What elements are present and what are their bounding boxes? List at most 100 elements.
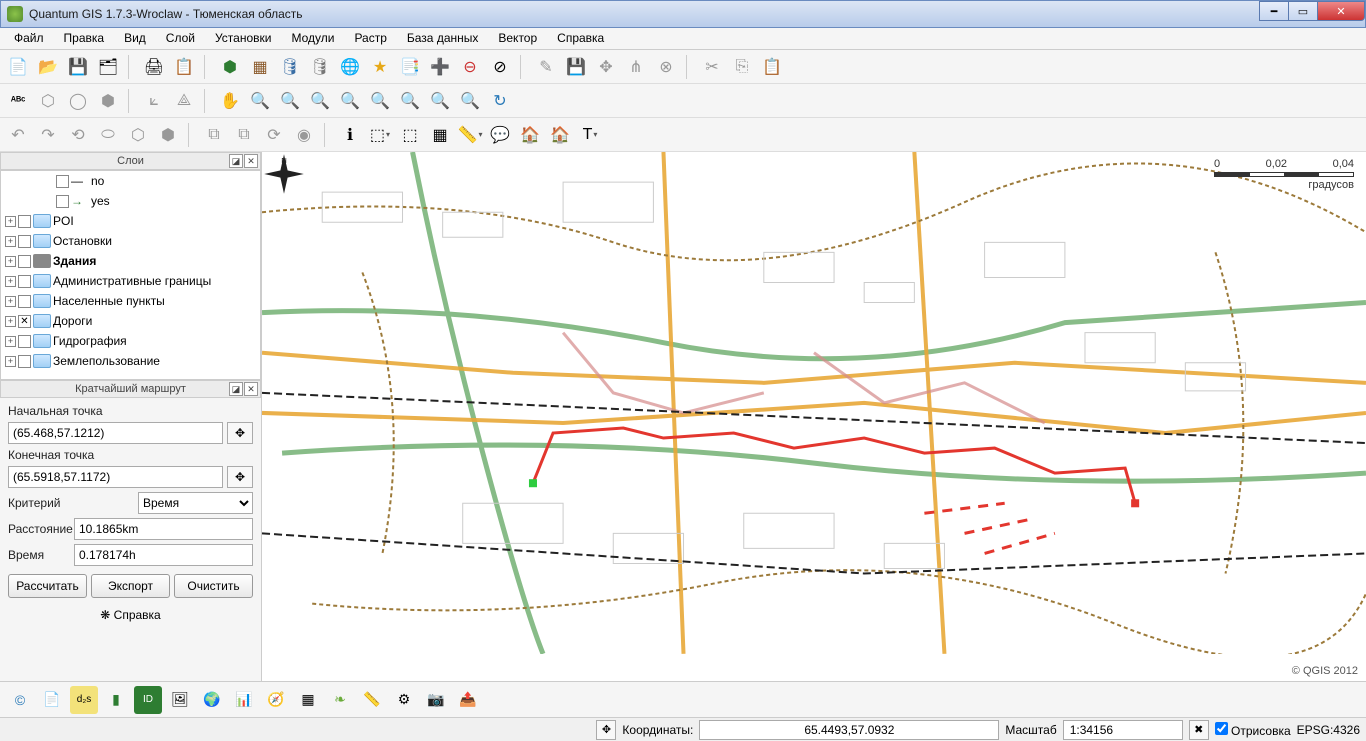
merge-features-icon[interactable]: ⧉ <box>200 121 228 149</box>
plugin-settings-icon[interactable]: ⚙ <box>390 686 418 714</box>
minimize-button[interactable]: ━ <box>1259 1 1289 21</box>
plugin-green1-icon[interactable]: ▮ <box>102 686 130 714</box>
plugin-camera-icon[interactable]: 📷 <box>422 686 450 714</box>
rotate-feature-icon[interactable]: ⟳ <box>260 121 288 149</box>
remove-layer-icon[interactable]: ⊖ <box>456 53 484 81</box>
zoom-next-icon[interactable]: 🔍 <box>456 87 484 115</box>
expand-icon[interactable]: + <box>5 256 16 267</box>
measure-icon[interactable]: 📏▾ <box>456 121 484 149</box>
plugin-grid-icon[interactable]: ▦ <box>294 686 322 714</box>
expand-icon[interactable]: + <box>5 276 16 287</box>
expand-icon[interactable]: + <box>5 216 16 227</box>
composer-manager-icon[interactable]: 📋 <box>170 53 198 81</box>
rotate-point-icon[interactable]: ⟲ <box>64 121 92 149</box>
redo-icon[interactable]: ↷ <box>34 121 62 149</box>
maptips-icon[interactable]: 💬 <box>486 121 514 149</box>
menu-database[interactable]: База данных <box>397 28 488 49</box>
layer-checkbox[interactable] <box>18 275 31 288</box>
zoom-layer-icon[interactable]: 🔍 <box>396 87 424 115</box>
edit-toggle-icon[interactable]: ✎ <box>532 53 560 81</box>
plugin-chart-icon[interactable]: 📊 <box>230 686 258 714</box>
reshape-icon[interactable]: ⟀ <box>140 87 168 115</box>
map-canvas[interactable]: 00,020,04 градусов N © QGIS 2012 <box>262 152 1366 681</box>
zoom-native-icon[interactable]: 🔍 <box>306 87 334 115</box>
undo-icon[interactable]: ↶ <box>4 121 32 149</box>
layer-row[interactable]: +Гидрография <box>1 331 260 351</box>
plugin-northarrow-icon[interactable]: 🧭 <box>262 686 290 714</box>
zoom-last-icon[interactable]: 🔍 <box>426 87 454 115</box>
refresh-icon[interactable]: ↻ <box>486 87 514 115</box>
delete-selected-icon[interactable]: ⊗ <box>652 53 680 81</box>
layer-checkbox[interactable] <box>56 195 69 208</box>
node-tool-icon[interactable]: ⋔ <box>622 53 650 81</box>
layer-row[interactable]: +Остановки <box>1 231 260 251</box>
add-vector-icon[interactable]: ⬢ <box>216 53 244 81</box>
plugin-image-icon[interactable]: 🖼 <box>166 686 194 714</box>
plugin-leaf-icon[interactable]: ❧ <box>326 686 354 714</box>
panel-close-icon[interactable]: ✕ <box>244 154 258 168</box>
pick-end-icon[interactable]: ✥ <box>227 466 253 488</box>
add-raster-icon[interactable]: ▦ <box>246 53 274 81</box>
saveas-project-icon[interactable]: 🗂 <box>94 53 122 81</box>
layer-checkbox[interactable] <box>18 255 31 268</box>
delete-ring-icon[interactable]: ⬡ <box>124 121 152 149</box>
identify-icon[interactable]: ℹ <box>336 121 364 149</box>
manage-layers-icon[interactable]: ⊘ <box>486 53 514 81</box>
save-edits-icon[interactable]: 💾 <box>562 53 590 81</box>
fill-ring-icon[interactable]: ◉ <box>290 121 318 149</box>
stop-render-icon[interactable]: ✖ <box>1189 720 1209 740</box>
paste-icon[interactable]: 📋 <box>758 53 786 81</box>
plugin-id-icon[interactable]: ID <box>134 686 162 714</box>
layer-row[interactable]: +Здания <box>1 251 260 271</box>
move-feature-icon[interactable]: ✥ <box>592 53 620 81</box>
merge-attrs-icon[interactable]: ⧉ <box>230 121 258 149</box>
menu-help[interactable]: Справка <box>547 28 614 49</box>
calculate-button[interactable]: Рассчитать <box>8 574 87 598</box>
clear-button[interactable]: Очистить <box>174 574 253 598</box>
add-postgis-icon[interactable]: 🛢 <box>276 53 304 81</box>
open-project-icon[interactable]: 📂 <box>34 53 62 81</box>
label-icon[interactable]: ᴬᴮᶜ <box>4 87 32 115</box>
help-link[interactable]: ❋ Справка <box>8 608 253 622</box>
split-icon[interactable]: ⟁ <box>170 87 198 115</box>
add-ring-icon[interactable]: ◯ <box>64 87 92 115</box>
expand-icon[interactable]: + <box>5 336 16 347</box>
plugin-export-icon[interactable]: 📤 <box>454 686 482 714</box>
menu-layer[interactable]: Слой <box>156 28 205 49</box>
scale-field[interactable]: 1:34156 <box>1063 720 1183 740</box>
coords-field[interactable]: 65.4493,57.0932 <box>699 720 999 740</box>
layer-checkbox[interactable] <box>18 335 31 348</box>
layer-checkbox[interactable] <box>56 175 69 188</box>
simplify-icon[interactable]: ⬡ <box>34 87 62 115</box>
cut-icon[interactable]: ✂ <box>698 53 726 81</box>
end-point-input[interactable] <box>8 466 223 488</box>
layer-row[interactable]: +POI <box>1 211 260 231</box>
layer-row[interactable]: +Населенные пункты <box>1 291 260 311</box>
layer-checkbox[interactable] <box>18 215 31 228</box>
plugin-d2s-icon[interactable]: d₂s <box>70 686 98 714</box>
menu-settings[interactable]: Установки <box>205 28 281 49</box>
bookmark-show-icon[interactable]: 🏠 <box>546 121 574 149</box>
pick-start-icon[interactable]: ✥ <box>227 422 253 444</box>
panel-close-icon[interactable]: ✕ <box>244 382 258 396</box>
start-point-input[interactable] <box>8 422 223 444</box>
layer-checkbox[interactable] <box>18 315 31 328</box>
offset-curve-icon[interactable]: ⬭ <box>94 121 122 149</box>
attr-table-icon[interactable]: ▦ <box>426 121 454 149</box>
zoom-in-icon[interactable]: 🔍 <box>246 87 274 115</box>
expand-icon[interactable]: + <box>5 316 16 327</box>
menu-raster[interactable]: Растр <box>344 28 396 49</box>
panel-float-icon[interactable]: ◪ <box>229 154 243 168</box>
plugin-scalebar-icon[interactable]: 📏 <box>358 686 386 714</box>
delete-part-icon[interactable]: ⬢ <box>154 121 182 149</box>
expand-icon[interactable]: + <box>5 236 16 247</box>
close-button[interactable]: ✕ <box>1317 1 1365 21</box>
zoom-selection-icon[interactable]: 🔍 <box>366 87 394 115</box>
text-annotation-icon[interactable]: T▾ <box>576 121 604 149</box>
layer-row[interactable]: +Административные границы <box>1 271 260 291</box>
add-delimited-icon[interactable]: 📑 <box>396 53 424 81</box>
add-wms-icon[interactable]: 🌐 <box>336 53 364 81</box>
render-toggle[interactable]: Отрисовка <box>1215 722 1291 738</box>
copy-icon[interactable]: ⎘ <box>728 53 756 81</box>
add-part-icon[interactable]: ⬢ <box>94 87 122 115</box>
